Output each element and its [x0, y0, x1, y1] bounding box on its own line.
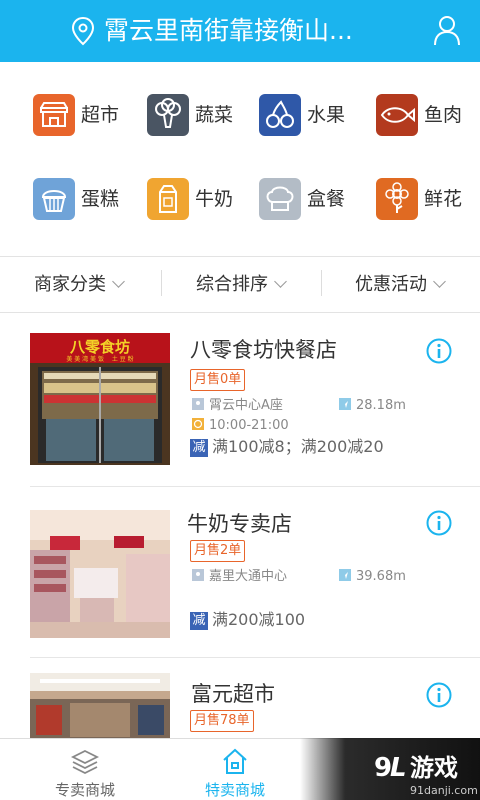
shop-name: 八零食坊快餐店 — [190, 338, 337, 362]
navigation-arrow-icon — [339, 569, 351, 581]
discount-tag: 减 — [190, 612, 208, 630]
filter-sort[interactable]: 综合排序 — [196, 257, 287, 312]
flower-icon — [376, 178, 418, 220]
tab-specialty-mall[interactable]: 专卖商城 — [15, 739, 155, 800]
watermark-logo: 9 L 游戏 91danji.com — [374, 753, 478, 797]
category-label: 鲜花 — [424, 188, 463, 210]
shop-sign-sub: 美 美 湾 美 饭 土 豆 粉 — [66, 355, 133, 363]
shop-name: 富元超市 — [191, 682, 275, 706]
category-label: 盒餐 — [307, 188, 346, 210]
location-pin-icon — [192, 398, 204, 410]
chevron-down-icon — [433, 275, 446, 288]
address-text: 嘉里大通中心 — [209, 569, 288, 584]
svg-text:L: L — [390, 753, 407, 783]
shop-distance: 39.68m — [339, 569, 406, 585]
category-label: 牛奶 — [195, 188, 234, 210]
discount-tag: 减 — [190, 439, 208, 457]
shop-promo: 减满100减8；满200减20 — [190, 437, 384, 457]
filter-label: 商家分类 — [34, 274, 106, 295]
cupcake-icon — [33, 178, 75, 220]
chef-hat-icon — [259, 178, 301, 220]
location-pin-icon — [192, 569, 204, 581]
filter-merchant-category[interactable]: 商家分类 — [34, 257, 125, 312]
clock-icon — [192, 418, 204, 430]
shop-hours: 10:00-21:00 — [192, 418, 289, 434]
category-label: 水果 — [307, 104, 346, 126]
monthly-sales-badge: 月售2单 — [190, 540, 246, 562]
shop-name: 牛奶专卖店 — [187, 512, 292, 536]
address-text: 霄云中心A座 — [209, 398, 283, 413]
info-icon[interactable] — [426, 338, 452, 364]
shop-sign: 八零食坊 — [69, 338, 130, 356]
navigation-arrow-icon — [339, 398, 351, 410]
info-icon[interactable] — [426, 510, 452, 536]
filter-promotions[interactable]: 优惠活动 — [355, 257, 446, 312]
distance-text: 39.68m — [356, 569, 406, 584]
milk-carton-icon — [147, 178, 189, 220]
shop-list-item[interactable]: 牛奶专卖店 月售2单 嘉里大通中心 39.68m 减满200减100 — [0, 487, 480, 657]
user-icon[interactable] — [432, 14, 462, 46]
tab-label: 特卖商城 — [204, 781, 265, 799]
category-label: 蔬菜 — [195, 104, 234, 126]
filter-bar: 商家分类 综合排序 优惠活动 — [0, 257, 480, 312]
watermark: 9 L 游戏 91danji.com — [300, 738, 480, 800]
broccoli-icon — [147, 94, 189, 136]
shop-list-item[interactable]: 富元超市 月售78单 — [0, 658, 480, 738]
shop-photo — [30, 510, 170, 638]
distance-text: 28.18m — [356, 398, 406, 413]
shop-address: 霄云中心A座 — [192, 398, 283, 414]
map-pin-icon[interactable] — [70, 16, 96, 46]
category-label: 蛋糕 — [81, 188, 120, 210]
svg-text:游戏: 游戏 — [410, 754, 458, 782]
promo-text: 满100减8；满200减20 — [212, 437, 384, 456]
tab-sale-mall[interactable]: 特卖商城 — [165, 739, 305, 800]
monthly-sales-badge: 月售0单 — [190, 369, 246, 391]
location-title[interactable]: 霄云里南街靠接衡山... — [104, 0, 353, 62]
category-grid: 超市 蔬菜 水果 鱼肉 蛋糕 牛奶 盒餐 鲜花 — [0, 62, 480, 256]
layers-icon — [70, 749, 100, 775]
svg-text:91danji.com: 91danji.com — [410, 784, 478, 797]
promo-text: 满200减100 — [212, 610, 306, 629]
divider — [161, 270, 162, 296]
chevron-down-icon — [112, 275, 125, 288]
shop-photo: 八零食坊 美 美 湾 美 饭 土 豆 粉 — [30, 333, 170, 465]
category-label: 鱼肉 — [424, 104, 463, 126]
category-label: 超市 — [81, 104, 120, 126]
storefront-icon — [33, 94, 75, 136]
shop-promo: 减满200减100 — [190, 610, 305, 630]
shop-photo — [30, 673, 170, 738]
hours-text: 10:00-21:00 — [209, 418, 289, 433]
shop-address: 嘉里大通中心 — [192, 569, 287, 585]
header-bar: 霄云里南街靠接衡山... — [0, 0, 480, 62]
filter-label: 优惠活动 — [355, 274, 427, 295]
fish-icon — [376, 94, 418, 136]
tab-label: 专卖商城 — [54, 781, 115, 799]
info-icon[interactable] — [426, 682, 452, 708]
filter-label: 综合排序 — [196, 274, 268, 295]
shop-distance: 28.18m — [339, 398, 406, 414]
chevron-down-icon — [274, 275, 287, 288]
cherry-icon — [259, 94, 301, 136]
divider — [321, 270, 322, 296]
home-icon — [223, 748, 247, 774]
shop-list-item[interactable]: 八零食坊 美 美 湾 美 饭 土 豆 粉 八零食坊快餐店 月售0单 霄云中心A座… — [0, 312, 480, 486]
monthly-sales-badge: 月售78单 — [190, 710, 254, 732]
